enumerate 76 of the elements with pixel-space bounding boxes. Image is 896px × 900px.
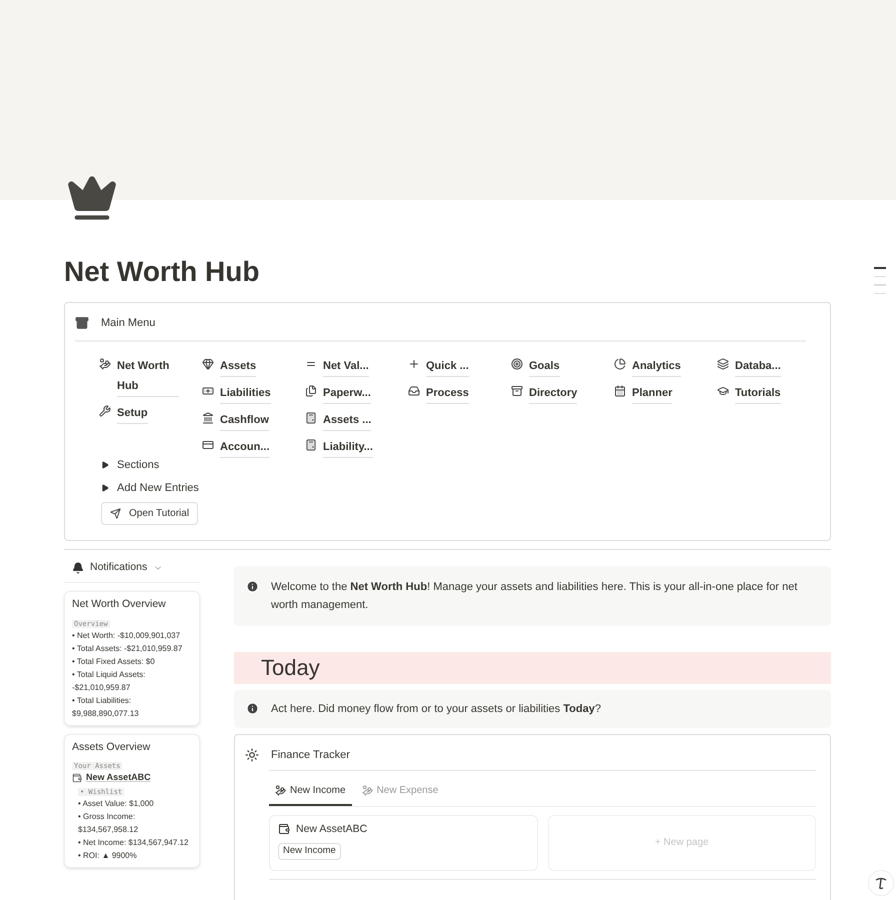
tracker-title: Finance Tracker bbox=[271, 748, 350, 763]
overview-line: • ROI: ▲ 9900% bbox=[77, 850, 138, 862]
page-title: Net Worth Hub bbox=[64, 255, 260, 289]
wrench-icon bbox=[99, 404, 111, 416]
tracker-tab[interactable]: New Income bbox=[269, 776, 352, 806]
bell-icon bbox=[72, 562, 84, 574]
menu-link[interactable]: Assets ... bbox=[323, 410, 372, 430]
menu-link[interactable]: Tutorials bbox=[735, 382, 781, 404]
menu-link[interactable]: Cashflow bbox=[220, 410, 269, 430]
toggle-arrow-icon[interactable] bbox=[101, 484, 109, 492]
overview-line: • Gross Income: $134,567,958.12 bbox=[77, 810, 140, 836]
hand-coins-icon bbox=[99, 358, 111, 370]
overview-line: • Total Liquid Assets: -$21,010,959.87 bbox=[72, 668, 146, 694]
sun-icon bbox=[245, 748, 259, 762]
gem-icon bbox=[202, 358, 214, 370]
menu-link[interactable]: Databa... bbox=[735, 356, 781, 376]
toggle-arrow-icon[interactable] bbox=[101, 460, 109, 468]
card-icon bbox=[202, 438, 214, 450]
wallet-icon bbox=[278, 823, 290, 836]
wallet-icon bbox=[72, 773, 82, 783]
menu-link[interactable]: Quick ... bbox=[426, 356, 469, 376]
overview-line: • Total Fixed Assets: $0 bbox=[72, 656, 156, 668]
menu-link[interactable]: Accoun... bbox=[220, 436, 270, 458]
entry-card[interactable]: New AssetABC New Income bbox=[269, 814, 538, 870]
overview-line: • Total Assets: -$21,010,959.87 bbox=[72, 642, 184, 654]
card-title: Net Worth Overview bbox=[72, 596, 167, 612]
help-button[interactable] bbox=[868, 870, 894, 896]
menu-link[interactable]: Liabilities bbox=[220, 382, 271, 404]
notifications-label[interactable]: Notifications bbox=[90, 560, 148, 576]
layers-icon bbox=[717, 358, 729, 370]
entry-title: New AssetABC bbox=[296, 822, 368, 836]
files-icon bbox=[305, 384, 317, 396]
menu-link[interactable]: Liability... bbox=[323, 436, 373, 458]
asset-link[interactable]: New AssetABC bbox=[86, 771, 151, 785]
hand-coins-icon bbox=[362, 784, 373, 796]
overview-line: • Asset Value: $1,000 bbox=[77, 798, 155, 810]
banknote-icon bbox=[202, 384, 214, 396]
archive-icon bbox=[75, 316, 89, 330]
open-tutorial-button[interactable]: Open Tutorial bbox=[101, 502, 198, 524]
menu-link[interactable]: Goals bbox=[529, 356, 560, 376]
tray-icon bbox=[408, 384, 420, 396]
today-heading: Today bbox=[234, 652, 831, 684]
entry-tag: New Income bbox=[278, 843, 341, 860]
info-icon bbox=[246, 702, 259, 715]
info-icon bbox=[246, 580, 259, 593]
today-text: Act here. Did money flow from or to your assets or liabilities Today? bbox=[271, 702, 601, 717]
menu-link[interactable]: Setup bbox=[117, 402, 148, 424]
outline-mark[interactable] bbox=[874, 292, 886, 294]
welcome-text: Welcome to the Net Worth Hub! Manage your assets and liabilities here. This is your all-in-one place for net worth management. bbox=[271, 580, 798, 613]
menu-link[interactable]: Directory bbox=[529, 382, 578, 404]
menu-link[interactable]: Process bbox=[426, 382, 469, 404]
send-icon bbox=[110, 508, 121, 518]
archive-icon bbox=[511, 384, 523, 396]
menu-link[interactable]: Net Worth Hub bbox=[117, 356, 179, 396]
overview-line: • Total Liabilities: $9,988,890,077.13 bbox=[72, 694, 140, 720]
toggle-label[interactable]: Sections bbox=[117, 456, 160, 474]
overview-line: • Net Income: $134,567,947.12 bbox=[77, 836, 190, 849]
hand-coins-icon bbox=[275, 784, 286, 796]
outline-mark[interactable] bbox=[874, 276, 886, 277]
card-title: Assets Overview bbox=[72, 740, 152, 754]
menu-link[interactable]: Assets bbox=[220, 356, 256, 376]
squiggle-icon bbox=[874, 876, 888, 890]
toggle-label[interactable]: Add New Entries bbox=[117, 478, 199, 496]
menu-link[interactable]: Paperw... bbox=[323, 382, 371, 404]
graduation-cap-icon bbox=[717, 384, 729, 396]
menu-link[interactable]: Net Val... bbox=[323, 356, 369, 376]
calendar-icon bbox=[614, 384, 626, 396]
overview-line: • Net Worth: -$10,009,901,037 bbox=[72, 630, 182, 642]
target-icon bbox=[511, 358, 523, 370]
menu-link[interactable]: Analytics bbox=[632, 356, 681, 376]
pie-chart-icon bbox=[614, 358, 626, 370]
calculator-icon bbox=[305, 438, 317, 450]
menu-link[interactable]: Planner bbox=[632, 382, 672, 404]
menu-title: Main Menu bbox=[101, 316, 156, 331]
calculator-icon bbox=[305, 412, 317, 424]
plus-icon bbox=[408, 358, 420, 370]
